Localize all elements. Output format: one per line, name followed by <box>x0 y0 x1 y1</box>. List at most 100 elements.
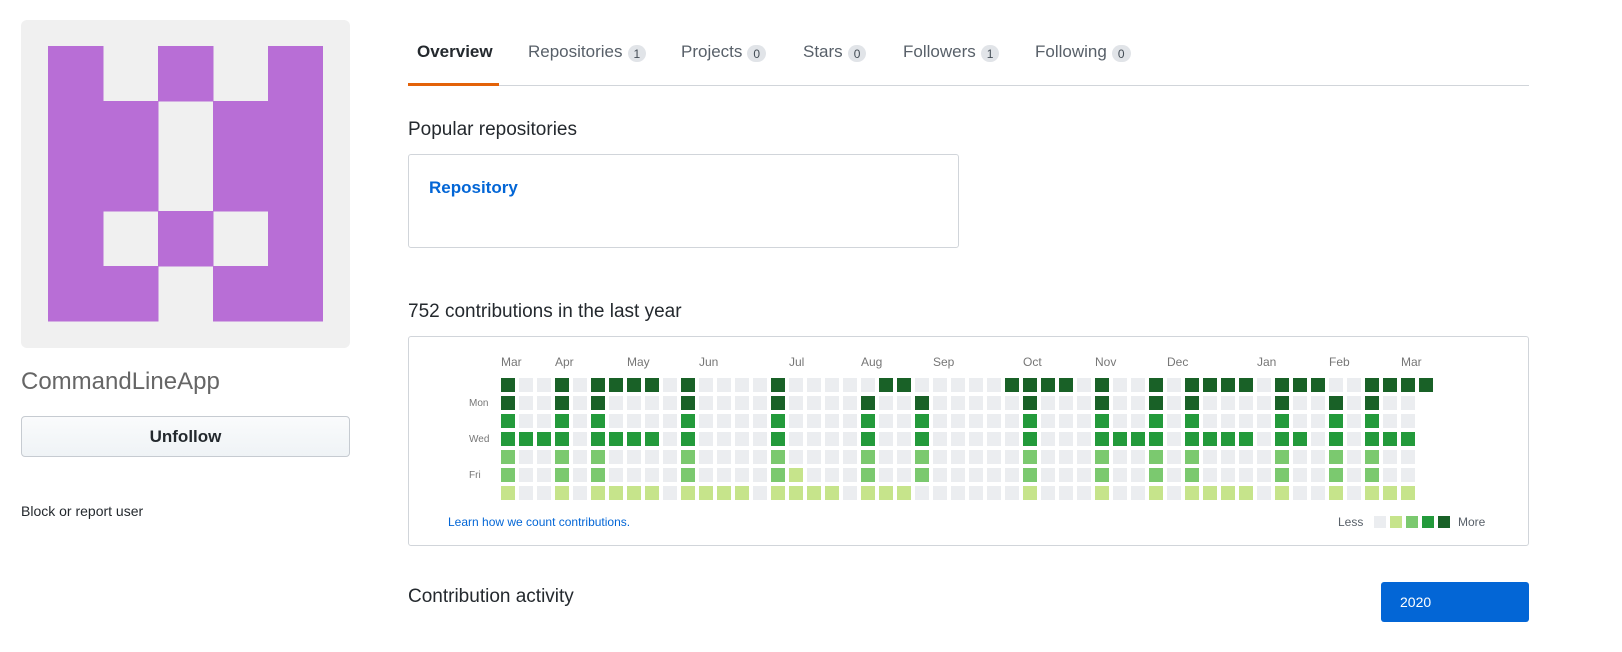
contribution-day[interactable] <box>1329 450 1343 464</box>
contribution-day[interactable] <box>1203 432 1217 446</box>
contribution-day[interactable] <box>915 432 929 446</box>
contribution-day[interactable] <box>1401 468 1415 482</box>
contribution-day[interactable] <box>1041 468 1055 482</box>
contribution-day[interactable] <box>1077 396 1091 410</box>
contribution-day[interactable] <box>1347 396 1361 410</box>
contribution-day[interactable] <box>807 378 821 392</box>
contribution-day[interactable] <box>1023 396 1037 410</box>
contribution-day[interactable] <box>969 396 983 410</box>
contribution-day[interactable] <box>573 450 587 464</box>
contribution-day[interactable] <box>519 450 533 464</box>
contribution-day[interactable] <box>681 486 695 500</box>
contribution-day[interactable] <box>663 378 677 392</box>
contribution-day[interactable] <box>879 432 893 446</box>
contribution-day[interactable] <box>627 432 641 446</box>
contribution-day[interactable] <box>1005 450 1019 464</box>
contribution-day[interactable] <box>609 432 623 446</box>
contribution-day[interactable] <box>1401 486 1415 500</box>
contribution-day[interactable] <box>519 432 533 446</box>
contribution-day[interactable] <box>825 468 839 482</box>
contribution-day[interactable] <box>1329 414 1343 428</box>
contribution-day[interactable] <box>1383 486 1397 500</box>
contribution-day[interactable] <box>1257 450 1271 464</box>
contribution-day[interactable] <box>915 468 929 482</box>
contribution-day[interactable] <box>1293 378 1307 392</box>
contribution-day[interactable] <box>627 414 641 428</box>
contribution-day[interactable] <box>1167 396 1181 410</box>
contribution-day[interactable] <box>861 450 875 464</box>
contribution-day[interactable] <box>753 378 767 392</box>
contribution-day[interactable] <box>501 378 515 392</box>
contribution-day[interactable] <box>1167 486 1181 500</box>
contribution-day[interactable] <box>897 396 911 410</box>
contribution-day[interactable] <box>627 396 641 410</box>
contribution-day[interactable] <box>645 486 659 500</box>
contribution-day[interactable] <box>1077 378 1091 392</box>
contribution-day[interactable] <box>1203 378 1217 392</box>
contribution-day[interactable] <box>663 450 677 464</box>
contribution-day[interactable] <box>807 468 821 482</box>
year-selector-2020[interactable]: 2020 <box>1381 582 1529 622</box>
contribution-day[interactable] <box>951 450 965 464</box>
contribution-day[interactable] <box>1185 432 1199 446</box>
contribution-day[interactable] <box>969 468 983 482</box>
contribution-day[interactable] <box>1401 414 1415 428</box>
contribution-day[interactable] <box>1329 486 1343 500</box>
contribution-day[interactable] <box>987 432 1001 446</box>
contribution-day[interactable] <box>1059 450 1073 464</box>
contribution-day[interactable] <box>1203 414 1217 428</box>
contribution-day[interactable] <box>501 450 515 464</box>
contribution-day[interactable] <box>789 414 803 428</box>
contribution-day[interactable] <box>1041 396 1055 410</box>
contribution-day[interactable] <box>933 414 947 428</box>
contribution-day[interactable] <box>1113 396 1127 410</box>
contribution-day[interactable] <box>1077 468 1091 482</box>
contribution-day[interactable] <box>753 432 767 446</box>
contribution-day[interactable] <box>933 432 947 446</box>
contribution-day[interactable] <box>699 432 713 446</box>
contribution-day[interactable] <box>1275 468 1289 482</box>
contribution-day[interactable] <box>699 486 713 500</box>
contribution-day[interactable] <box>951 378 965 392</box>
contribution-day[interactable] <box>1221 414 1235 428</box>
contribution-day[interactable] <box>1275 486 1289 500</box>
contribution-day[interactable] <box>1131 468 1145 482</box>
contribution-day[interactable] <box>537 468 551 482</box>
contribution-day[interactable] <box>969 450 983 464</box>
contribution-day[interactable] <box>1149 468 1163 482</box>
contribution-day[interactable] <box>1203 486 1217 500</box>
contribution-day[interactable] <box>1113 414 1127 428</box>
contribution-day[interactable] <box>951 432 965 446</box>
contribution-day[interactable] <box>1131 450 1145 464</box>
contribution-day[interactable] <box>1239 468 1253 482</box>
contribution-day[interactable] <box>1383 414 1397 428</box>
contribution-day[interactable] <box>609 378 623 392</box>
contribution-day[interactable] <box>1275 396 1289 410</box>
contribution-day[interactable] <box>555 396 569 410</box>
contribution-day[interactable] <box>753 486 767 500</box>
contribution-day[interactable] <box>1275 414 1289 428</box>
contribution-day[interactable] <box>1005 486 1019 500</box>
contribution-day[interactable] <box>861 432 875 446</box>
contribution-day[interactable] <box>861 468 875 482</box>
contribution-day[interactable] <box>1347 414 1361 428</box>
contribution-day[interactable] <box>987 468 1001 482</box>
contribution-day[interactable] <box>843 396 857 410</box>
contribution-day[interactable] <box>807 450 821 464</box>
contribution-day[interactable] <box>1203 450 1217 464</box>
contribution-day[interactable] <box>717 414 731 428</box>
contribution-day[interactable] <box>807 396 821 410</box>
contribution-day[interactable] <box>969 486 983 500</box>
contribution-day[interactable] <box>1239 378 1253 392</box>
repository-link[interactable]: Repository <box>429 178 518 198</box>
contribution-day[interactable] <box>825 414 839 428</box>
contribution-day[interactable] <box>591 486 605 500</box>
contribution-day[interactable] <box>1059 432 1073 446</box>
contribution-day[interactable] <box>699 414 713 428</box>
contribution-day[interactable] <box>1221 468 1235 482</box>
contribution-day[interactable] <box>1041 432 1055 446</box>
contribution-day[interactable] <box>699 396 713 410</box>
contribution-day[interactable] <box>537 432 551 446</box>
contribution-day[interactable] <box>789 486 803 500</box>
contribution-day[interactable] <box>1041 486 1055 500</box>
